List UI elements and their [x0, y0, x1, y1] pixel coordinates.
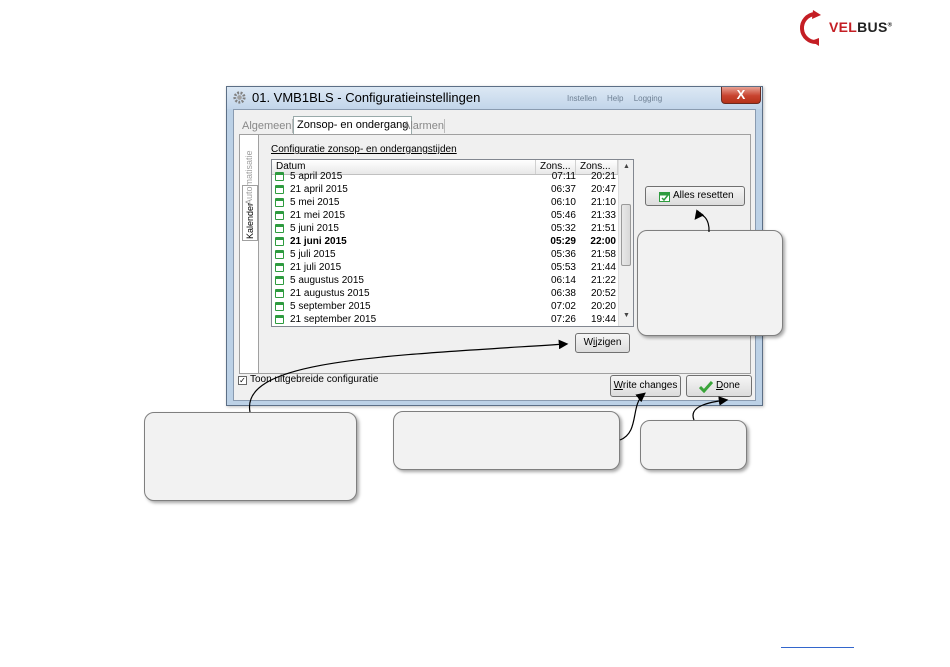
- callout-connectors: [249, 209, 729, 441]
- footer-link[interactable]: [781, 647, 854, 648]
